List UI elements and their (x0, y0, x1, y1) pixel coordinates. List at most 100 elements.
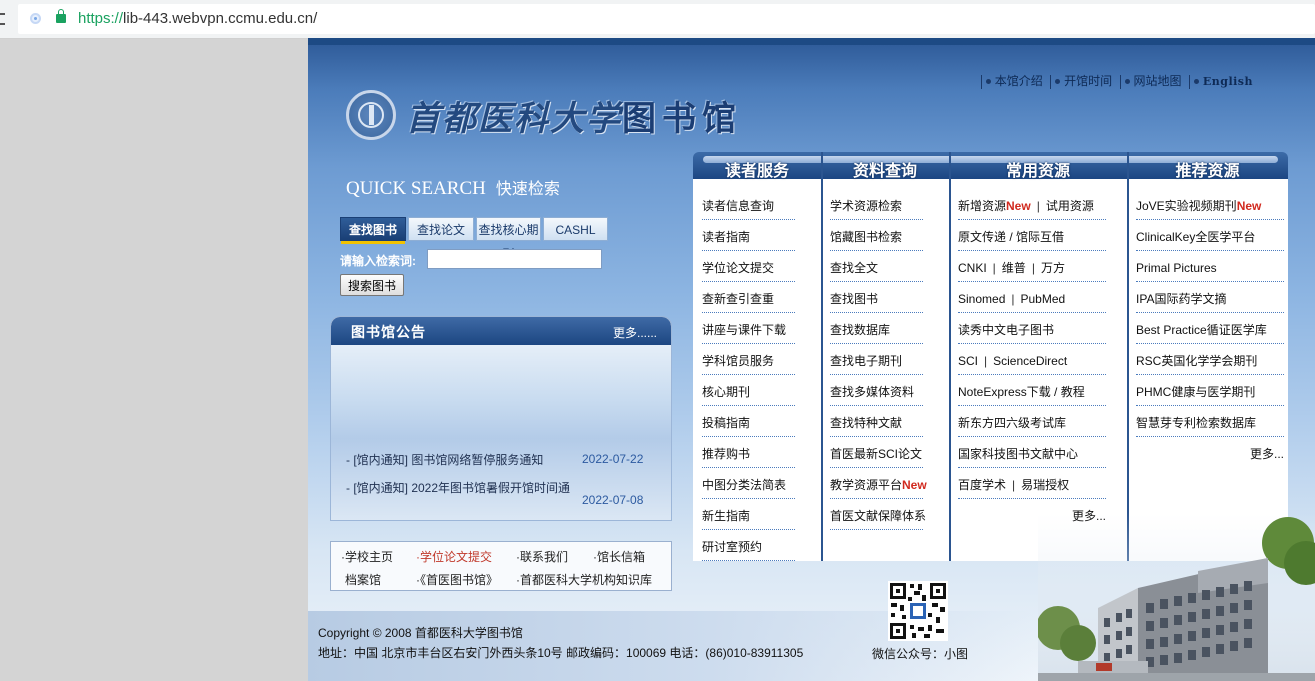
tab-find-books[interactable]: 查找图书 (340, 217, 406, 244)
service-navigation: 读者服务 读者信息查询 读者指南 学位论文提交 查新查引查重 讲座与课件下载 学… (693, 152, 1288, 561)
list-item[interactable]: 新生指南 (702, 499, 795, 530)
notice-panel: 图书馆公告 更多...... - [馆内通知] 图书馆网络暂停服务通知 2022… (330, 316, 672, 521)
tab-find-core-journals[interactable]: 查找核心期刊 (476, 217, 541, 261)
list-item[interactable]: 查找数据库 (830, 313, 923, 344)
link-trial-resources[interactable]: 试用资源 (1046, 199, 1094, 213)
quick-links-box: ·学校主页 ·学位论文提交 ·联系我们 ·馆长信箱 档案馆 ·《首医图书馆》 ·… (330, 541, 672, 591)
link-wanfang[interactable]: 万方 (1041, 261, 1065, 275)
link-school-homepage[interactable]: ·学校主页 (341, 548, 393, 565)
link-english[interactable]: English (1203, 75, 1253, 88)
top-links: 本馆介绍 开馆时间 网站地图 English (977, 72, 1253, 89)
list-item[interactable]: PHMC健康与医学期刊 (1136, 375, 1284, 406)
logo-university: 首都医科大学 (406, 99, 622, 139)
column-title: 资料查询 (852, 163, 917, 180)
column-title: 推荐资源 (1175, 163, 1240, 180)
lock-icon[interactable] (56, 9, 66, 23)
tab-find-theses[interactable]: 查找论文 (408, 217, 474, 241)
link-thesis-submission[interactable]: ·学位论文提交 (416, 548, 492, 565)
column-reader-services: 读者服务 读者信息查询 读者指南 学位论文提交 查新查引查重 讲座与课件下载 学… (693, 152, 821, 561)
link-about[interactable]: 本馆介绍 (995, 74, 1043, 88)
item-label: JoVE实验视频期刊 (1136, 199, 1237, 213)
notice-item[interactable]: - [馆内通知] 2022年图书馆暑假开馆时间通 (346, 479, 570, 496)
link-institutional-repository[interactable]: ·首都医科大学机构知识库 (516, 571, 652, 588)
link-sciencedirect[interactable]: ScienceDirect (993, 354, 1067, 368)
link-director-mailbox[interactable]: ·馆长信箱 (593, 548, 645, 565)
list-item[interactable]: 核心期刊 (702, 375, 795, 406)
link-opening-hours[interactable]: 开馆时间 (1064, 74, 1112, 88)
list-item[interactable]: 读秀中文电子图书 (958, 313, 1106, 344)
list-item[interactable]: 查找多媒体资料 (830, 375, 923, 406)
list-item[interactable]: 读者信息查询 (702, 189, 795, 220)
quick-search-title: QUICK SEARCH 快速检索 (346, 175, 560, 200)
list-item[interactable]: 查新查引查重 (702, 282, 795, 313)
list-item[interactable]: 研讨室预约 (702, 530, 795, 561)
link-list: JoVE实验视频期刊New ClinicalKey全医学平台 Primal Pi… (1136, 189, 1284, 467)
link-sinomed[interactable]: Sinomed (958, 292, 1005, 306)
bullet-icon (1055, 78, 1061, 84)
list-item[interactable]: 推荐购书 (702, 437, 795, 468)
tab-cashl[interactable]: CASHL (543, 217, 608, 241)
list-item[interactable]: 首医文献保障体系 (830, 499, 926, 530)
list-item[interactable]: 查找图书 (830, 282, 923, 313)
notice-item[interactable]: - [馆内通知] 图书馆网络暂停服务通知 (346, 451, 543, 468)
list-item[interactable]: 查找全文 (830, 251, 923, 282)
logo-library: 图书馆 (622, 99, 742, 139)
url-scheme: https:// (78, 10, 124, 27)
list-item[interactable]: 馆藏图书检索 (830, 220, 923, 251)
list-item[interactable]: IPA国际药学文摘 (1136, 282, 1284, 313)
link-list: 新增资源New | 试用资源 原文传递 / 馆际互借 CNKI | 维普 | 万方 Sino… (958, 189, 1106, 529)
copyright-text: Copyright © 2008 首都医科大学图书馆 (318, 626, 523, 640)
search-books-button[interactable]: 搜索图书 (340, 274, 404, 296)
list-item[interactable]: Best Practice循证医学库 (1136, 313, 1284, 344)
list-item[interactable]: NoteExpress下载 / 教程 (958, 375, 1106, 406)
list-item[interactable]: 投稿指南 (702, 406, 795, 437)
list-item: CNKI | 维普 | 万方 (958, 251, 1106, 282)
list-item[interactable]: RSC英国化学学会期刊 (1136, 344, 1284, 375)
more-link[interactable]: 更多... (1136, 437, 1284, 467)
link-yirui[interactable]: 易瑞授权 (1021, 478, 1069, 492)
notice-date: 2022-07-08 (582, 493, 644, 507)
list-item[interactable]: 原文传递 / 馆际互借 (958, 220, 1106, 251)
link-new-resources[interactable]: 新增资源 (958, 199, 1006, 213)
url-host: lib-443.webvpn.ccmu.edu.cn/ (123, 10, 318, 27)
list-item[interactable]: 查找特种文献 (830, 406, 923, 437)
item-label: 教学资源平台 (830, 478, 903, 492)
menu-icon[interactable] (0, 13, 5, 25)
link-cnki[interactable]: CNKI (958, 261, 987, 275)
list-item[interactable]: JoVE实验视频期刊New (1136, 189, 1284, 220)
link-sci[interactable]: SCI (958, 354, 978, 368)
link-baidu-scholar[interactable]: 百度学术 (958, 478, 1006, 492)
link-sitemap[interactable]: 网站地图 (1134, 74, 1182, 88)
site-logo[interactable]: 首都医科大学图书馆 (406, 91, 742, 140)
search-input[interactable] (427, 249, 602, 269)
separator: | (1012, 478, 1016, 492)
separator (1050, 74, 1052, 89)
list-item[interactable]: 学术资源检索 (830, 189, 923, 220)
notice-more-link[interactable]: 更多...... (613, 324, 657, 341)
list-item: Sinomed | PubMed (958, 282, 1106, 313)
list-item[interactable]: 首医最新SCI论文 (830, 437, 923, 468)
list-item[interactable]: 讲座与课件下载 (702, 313, 795, 344)
list-item[interactable]: 查找电子期刊 (830, 344, 923, 375)
column-recommended: 推荐资源 JoVE实验视频期刊New ClinicalKey全医学平台 Prim… (1127, 152, 1288, 561)
link-pubmed[interactable]: PubMed (1021, 292, 1066, 306)
list-item[interactable]: 学位论文提交 (702, 251, 795, 282)
list-item[interactable]: ClinicalKey全医学平台 (1136, 220, 1284, 251)
list-item[interactable]: 中图分类法简表 (702, 468, 795, 499)
list-item[interactable]: 学科馆员服务 (702, 344, 795, 375)
notice-date: 2022-07-22 (582, 452, 644, 466)
list-item[interactable]: 智慧芽专利检索数据库 (1136, 406, 1284, 437)
link-contact-us[interactable]: ·联系我们 (516, 548, 568, 565)
list-item[interactable]: 读者指南 (702, 220, 795, 251)
link-vip[interactable]: 维普 (1002, 261, 1026, 275)
list-item[interactable]: 新东方四六级考试库 (958, 406, 1106, 437)
tracking-icon[interactable] (30, 13, 41, 24)
url-field[interactable]: https://lib-443.webvpn.ccmu.edu.cn/ (18, 4, 1315, 34)
list-item[interactable]: 国家科技图书文献中心 (958, 437, 1106, 468)
link-ccmu-library-journal[interactable]: ·《首医图书馆》 (416, 571, 498, 588)
qr-graphic (888, 581, 948, 641)
link-archives[interactable]: 档案馆 (345, 571, 381, 588)
list-item[interactable]: Primal Pictures (1136, 251, 1284, 282)
url-text[interactable]: https://lib-443.webvpn.ccmu.edu.cn/ (78, 10, 317, 27)
list-item[interactable]: 教学资源平台New (830, 468, 927, 499)
